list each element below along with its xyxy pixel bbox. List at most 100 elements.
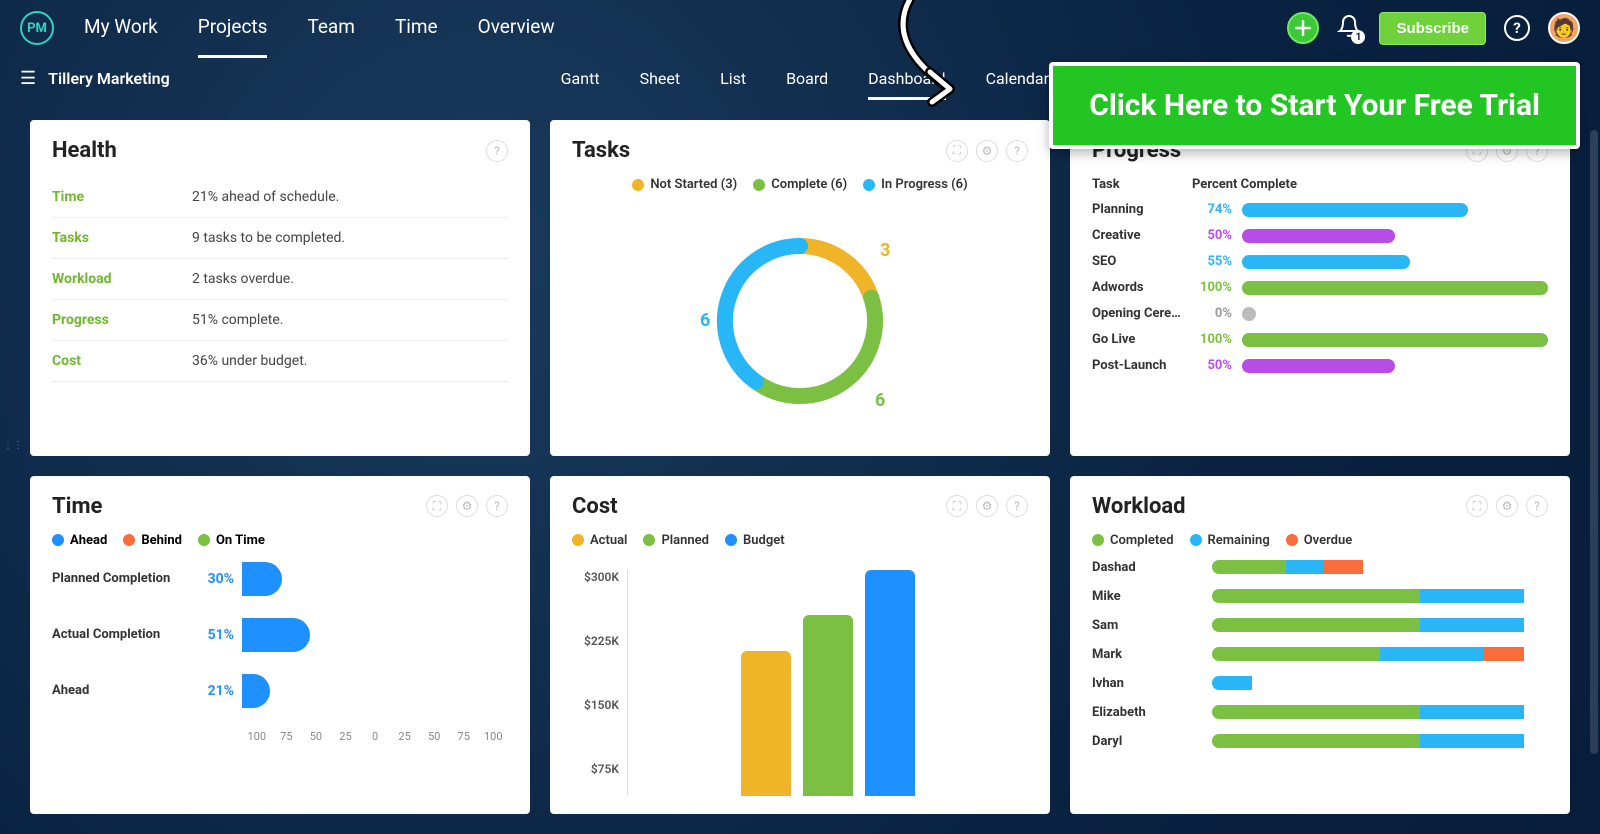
time-pct-label: 21% (202, 683, 242, 699)
nav-right: 1 Subscribe ? 🧑 (1287, 12, 1580, 45)
nav-item-time[interactable]: Time (395, 15, 438, 42)
health-row: Progress51% complete. (52, 300, 508, 341)
help-icon[interactable]: ? (1006, 140, 1028, 162)
donut-label-complete: 6 (875, 390, 885, 411)
workload-row: Daryl (1092, 734, 1548, 749)
legend-label: Ahead (70, 533, 107, 548)
time-card: Time ⛶ ⚙ ? AheadBehindOn Time Planned Co… (30, 476, 530, 815)
workload-card: Workload ⛶ ⚙ ? CompletedRemainingOverdue… (1070, 476, 1570, 815)
workload-segment (1212, 705, 1420, 719)
add-button[interactable] (1287, 12, 1319, 44)
progress-row: Go Live100% (1092, 332, 1548, 347)
expand-icon[interactable]: ⛶ (946, 495, 968, 517)
scrollbar[interactable] (1590, 130, 1598, 754)
legend-label: Budget (743, 533, 785, 548)
progress-header-pct: Percent Complete (1192, 177, 1297, 192)
expand-icon[interactable]: ⛶ (946, 140, 968, 162)
nav-item-overview[interactable]: Overview (478, 15, 555, 42)
legend-item: Complete (6) (753, 177, 847, 192)
time-row: Planned Completion30% (52, 562, 508, 596)
health-value: 36% under budget. (192, 353, 307, 369)
time-bar (242, 562, 282, 596)
cost-bar (741, 651, 791, 796)
legend-dot-icon (863, 179, 875, 191)
yaxis-tick: $75K (572, 762, 619, 776)
expand-icon[interactable]: ⛶ (426, 495, 448, 517)
time-bar-track (242, 674, 508, 708)
gear-icon[interactable]: ⚙ (976, 495, 998, 517)
subscribe-button[interactable]: Subscribe (1379, 12, 1486, 45)
workload-segment (1212, 618, 1420, 632)
workload-row: Sam (1092, 618, 1548, 633)
workload-row: Elizabeth (1092, 705, 1548, 720)
progress-bar (1242, 281, 1548, 295)
cost-bar (803, 615, 853, 796)
nav-item-projects[interactable]: Projects (198, 15, 268, 42)
legend-label: Not Started (3) (650, 177, 737, 192)
expand-icon[interactable]: ⛶ (1466, 495, 1488, 517)
top-navigation: PM My Work Projects Team Time Overview 1 Sub… (0, 0, 1600, 56)
legend-label: Remaining (1208, 533, 1270, 548)
progress-task-label: Post-Launch (1092, 358, 1192, 373)
workload-name-label: Elizabeth (1092, 705, 1212, 720)
rail-handle-icon[interactable]: ⋮⋮ (3, 440, 23, 451)
cta-banner[interactable]: Click Here to Start Your Free Trial (1049, 62, 1580, 149)
workload-bar-track (1212, 589, 1548, 603)
workload-legend: CompletedRemainingOverdue (1092, 533, 1548, 548)
health-value: 21% ahead of schedule. (192, 189, 339, 205)
legend-item: Overdue (1286, 533, 1353, 548)
gear-icon[interactable]: ⚙ (976, 140, 998, 162)
legend-item: Actual (572, 533, 627, 548)
progress-bar-track (1242, 255, 1548, 269)
progress-pct-label: 55% (1192, 254, 1242, 269)
legend-dot-icon (123, 534, 135, 546)
health-label: Tasks (52, 230, 192, 246)
legend-dot-icon (643, 534, 655, 546)
time-pct-label: 51% (202, 627, 242, 643)
health-card: Health ? Time21% ahead of schedule.Tasks… (30, 120, 530, 456)
time-row-label: Planned Completion (52, 571, 202, 586)
gear-icon[interactable]: ⚙ (456, 495, 478, 517)
help-icon[interactable]: ? (1526, 495, 1548, 517)
progress-bar-track (1242, 229, 1548, 243)
workload-bar-track (1212, 618, 1548, 632)
cta-arrow-icon (880, 0, 1040, 114)
legend-dot-icon (632, 179, 644, 191)
notifications-button[interactable]: 1 (1337, 14, 1361, 42)
legend-dot-icon (1092, 534, 1104, 546)
legend-item: In Progress (6) (863, 177, 967, 192)
workload-segment (1212, 647, 1380, 661)
view-tab-gantt[interactable]: Gantt (561, 69, 600, 88)
legend-item: Planned (643, 533, 709, 548)
progress-pct-label: 50% (1192, 228, 1242, 243)
legend-item: Budget (725, 533, 785, 548)
nav-item-my-work[interactable]: My Work (84, 15, 158, 42)
workload-row: Mike (1092, 589, 1548, 604)
axis-tick: 100 (242, 730, 272, 743)
progress-header-row: Task Percent Complete (1092, 177, 1548, 192)
tasks-donut-chart: 3 6 6 (572, 204, 1028, 438)
app-logo[interactable]: PM (20, 11, 54, 45)
health-row: Tasks9 tasks to be completed. (52, 218, 508, 259)
axis-tick: 25 (390, 730, 420, 743)
workload-name-label: Mike (1092, 589, 1212, 604)
cost-legend: Actual Planned Budget (572, 533, 1028, 548)
view-tab-board[interactable]: Board (786, 69, 828, 88)
help-icon[interactable]: ? (486, 140, 508, 162)
view-tab-list[interactable]: List (720, 69, 746, 88)
help-icon[interactable]: ? (1006, 495, 1028, 517)
workload-title: Workload (1092, 494, 1466, 519)
legend-label: Planned (661, 533, 709, 548)
progress-bar-track (1242, 203, 1548, 217)
health-value: 51% complete. (192, 312, 283, 328)
health-label: Progress (52, 312, 192, 328)
nav-item-team[interactable]: Team (307, 15, 355, 42)
workload-segment (1286, 560, 1323, 574)
user-avatar[interactable]: 🧑 (1548, 12, 1580, 44)
menu-toggle[interactable]: ☰ (20, 68, 36, 89)
workload-segment (1212, 676, 1252, 690)
help-icon[interactable]: ? (486, 495, 508, 517)
view-tab-sheet[interactable]: Sheet (640, 69, 681, 88)
gear-icon[interactable]: ⚙ (1496, 495, 1518, 517)
help-button[interactable]: ? (1504, 15, 1530, 41)
